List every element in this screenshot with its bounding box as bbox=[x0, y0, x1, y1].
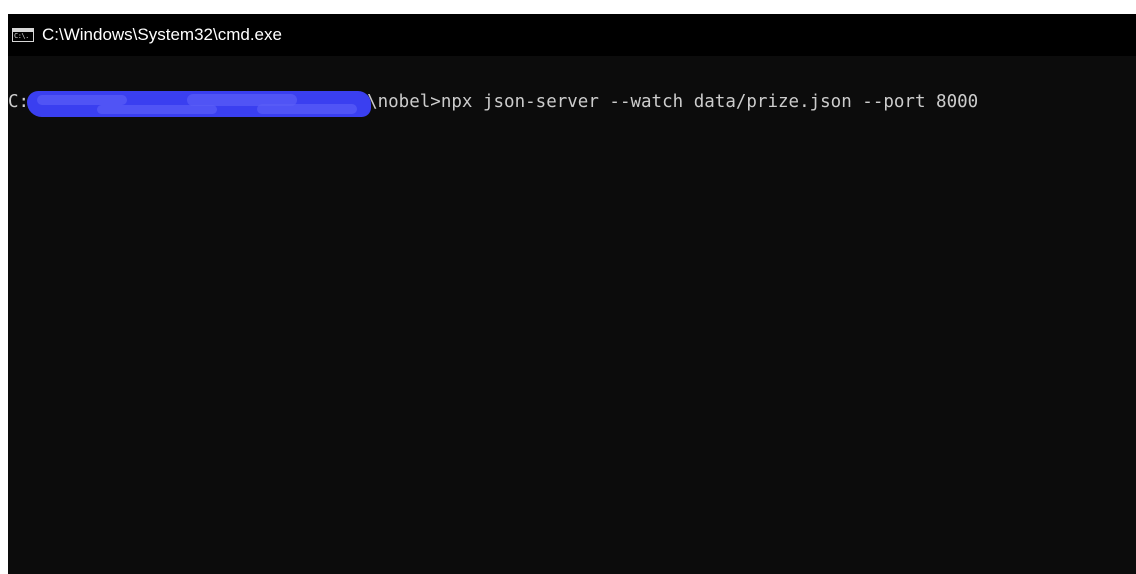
redacted-path-scribble bbox=[27, 91, 372, 117]
prompt-drive: C: bbox=[8, 92, 30, 112]
typed-command: npx json-server --watch data/prize.json … bbox=[440, 92, 979, 112]
cmd-window: C:\. C:\Windows\System32\cmd.exe C: \nob… bbox=[8, 14, 1136, 574]
cmd-icon-label: C:\. bbox=[14, 32, 29, 40]
console-output-area[interactable]: C: \nobel> npx json-server --watch data/… bbox=[8, 56, 1136, 574]
prompt-line: C: \nobel> npx json-server --watch data/… bbox=[8, 89, 979, 117]
window-title: C:\Windows\System32\cmd.exe bbox=[42, 25, 282, 44]
prompt-path-tail: \nobel> bbox=[367, 92, 441, 112]
cmd-icon[interactable]: C:\. bbox=[12, 28, 34, 42]
title-bar[interactable]: C:\. C:\Windows\System32\cmd.exe bbox=[8, 14, 1136, 56]
